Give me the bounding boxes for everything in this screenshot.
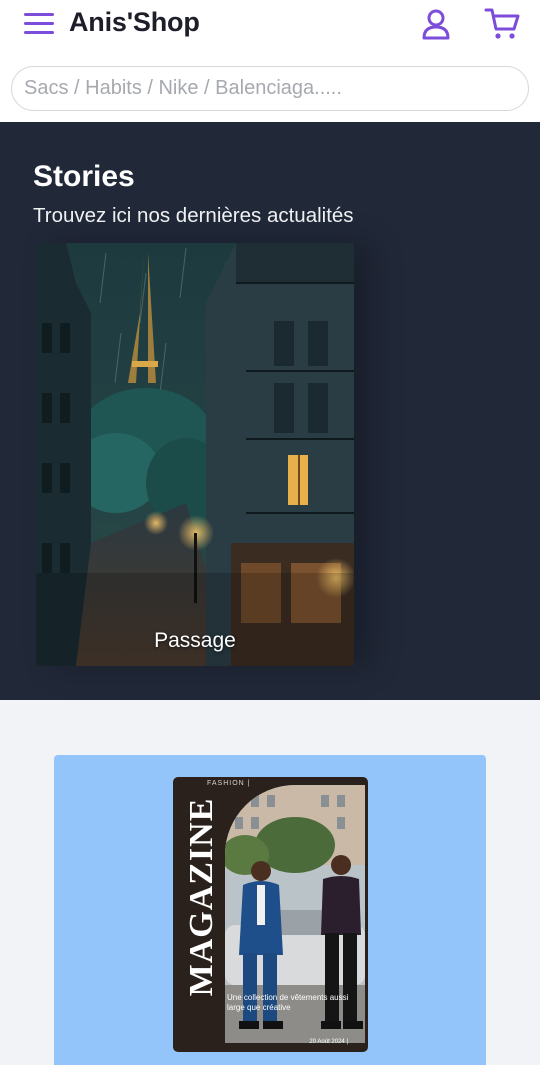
- cover-caption: Une collection de vêtements aussi large …: [227, 993, 349, 1012]
- cart-icon: [484, 8, 520, 39]
- cover-date: 20 Août 2024 |: [309, 1039, 348, 1045]
- cart-button[interactable]: [484, 7, 520, 41]
- hamburger-icon: [24, 13, 54, 34]
- app-header: Anis'Shop: [0, 0, 540, 122]
- story-card[interactable]: Passage: [36, 243, 354, 666]
- stories-title: Stories: [33, 160, 135, 193]
- brand-title: Anis'Shop: [69, 7, 200, 37]
- cover-title: MAGAZINE: [183, 797, 220, 997]
- menu-button[interactable]: [24, 13, 54, 37]
- story-label: Passage: [154, 629, 236, 652]
- search-input[interactable]: [11, 66, 529, 111]
- featured-panel: FASHION | MAGAZINE Une collection de vêt…: [54, 755, 486, 1065]
- cover-kicker: FASHION |: [207, 780, 251, 787]
- account-button[interactable]: [420, 8, 452, 40]
- stories-section: Stories Trouvez ici nos dernières actual…: [0, 122, 540, 700]
- magazine-cover[interactable]: FASHION | MAGAZINE Une collection de vêt…: [173, 777, 368, 1052]
- user-icon: [422, 9, 450, 40]
- stories-subtitle: Trouvez ici nos dernières actualités: [33, 204, 354, 227]
- story-image: [36, 243, 354, 666]
